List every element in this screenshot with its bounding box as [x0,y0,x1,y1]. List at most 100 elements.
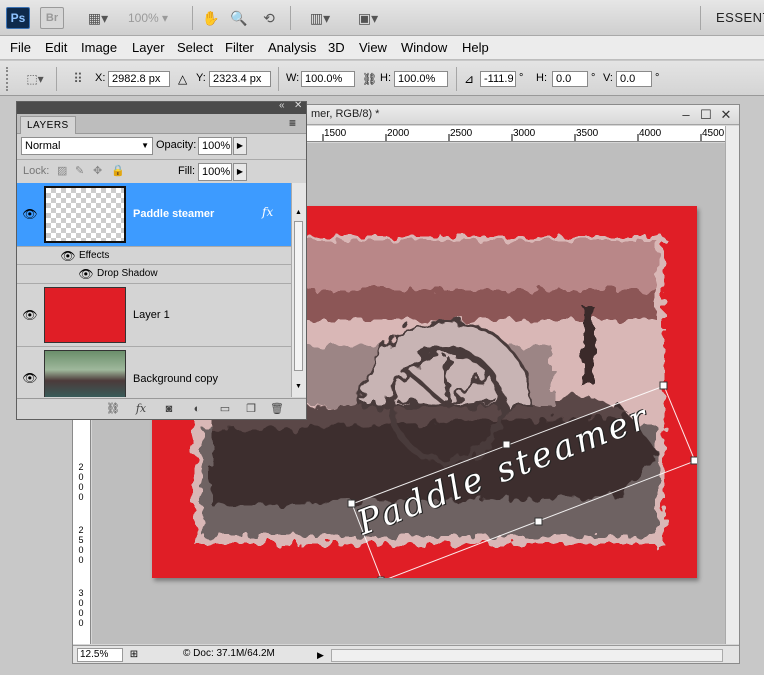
vertical-scrollbar[interactable] [725,126,739,644]
lock-transparency-icon[interactable]: ▨ [57,164,67,177]
visibility-eye-icon[interactable]: 👁 [21,306,39,324]
link-proportions-icon[interactable]: ⛓ [362,72,377,86]
zoom-level-select[interactable]: 100% ▾ [128,8,183,28]
angle-unit: ° [519,72,524,84]
height-input[interactable]: 100.0% [394,71,448,87]
layer-name[interactable]: Paddle steamer [133,208,214,220]
vskew-unit: ° [655,72,660,84]
ruler-label: 3000 [513,128,536,139]
layer-name[interactable]: Background copy [133,373,218,385]
fill-slider-button[interactable]: ▶ [233,163,247,181]
opacity-slider-button[interactable]: ▶ [233,137,247,155]
arrange-documents-icon[interactable]: ▥▾ [302,8,338,28]
status-menu-icon[interactable]: ⊞ [127,648,141,662]
close-panel-icon[interactable]: ✕ [294,100,302,111]
blend-mode-select[interactable]: Normal ▼ [21,137,153,155]
layer-row-paddle-steamer[interactable]: 👁 Paddle steamer fx [17,183,291,247]
menu-window[interactable]: Window [401,40,447,55]
zoom-field[interactable]: 12.5% [77,648,123,662]
tab-layers[interactable]: LAYERS [20,116,76,134]
scroll-down-icon[interactable]: ▼ [295,383,302,390]
visibility-eye-icon[interactable]: 👁 [21,205,39,223]
blend-mode-value: Normal [25,140,61,152]
menu-3d[interactable]: 3D [328,40,345,55]
lock-pixels-icon[interactable]: ✎ [75,164,84,177]
layer-thumbnail [44,350,126,397]
menu-help[interactable]: Help [462,40,489,55]
menu-layer[interactable]: Layer [132,40,165,55]
layer-name[interactable]: Layer 1 [133,309,170,321]
opacity-input[interactable]: 100% [198,137,232,155]
layers-panel: « ✕ LAYERS ≡ Normal ▼ Opacity: 100% ▶ Lo… [16,100,307,420]
menu-image[interactable]: Image [81,40,117,55]
fill-label: Fill: [178,165,196,177]
toolbar-divider [56,67,57,91]
rotate-view-icon[interactable]: ⟲ [258,8,280,28]
link-layers-icon[interactable]: ⛓ [105,402,121,416]
toolbar-divider [456,67,457,91]
scroll-thumb[interactable] [294,221,303,371]
panel-header[interactable]: « ✕ [17,100,306,114]
horizontal-skew-input[interactable]: 0.0 [552,71,588,87]
status-arrow-icon[interactable]: ▶ [317,648,329,662]
fill-input[interactable]: 100% [198,163,232,181]
drop-shadow-eye-icon[interactable]: 👁 [77,265,95,283]
horizontal-scrollbar[interactable] [331,649,723,662]
rotate-angle-input[interactable]: -111.9 [480,71,516,87]
lock-all-icon[interactable]: 🔒 [111,164,125,177]
zoom-tool-icon[interactable]: 🔍 [228,8,250,28]
menu-file[interactable]: File [10,40,31,55]
adjustment-layer-icon[interactable]: ◐ [189,402,205,416]
add-style-icon[interactable]: fx [133,402,149,416]
toolbar-divider [700,6,701,30]
vertical-skew-input[interactable]: 0.0 [616,71,652,87]
lock-label: Lock: [23,165,50,177]
drop-shadow-row[interactable]: 👁 Drop Shadow [17,265,291,284]
panel-menu-icon[interactable]: ≡ [289,116,296,130]
delete-layer-icon[interactable]: 🗑 [269,402,285,416]
tool-preset-icon[interactable]: ⬚▾ [18,69,52,89]
reference-point-icon[interactable]: ⠿ [66,69,90,89]
menu-select[interactable]: Select [177,40,213,55]
close-icon[interactable]: ✕ [717,106,735,124]
effects-eye-icon[interactable]: 👁 [59,247,77,265]
rotate-angle-icon: ⊿ [464,72,475,86]
x-position-input[interactable]: 2982.8 px [108,71,170,87]
new-layer-icon[interactable]: ❐ [243,402,259,416]
view-extras-icon[interactable]: ▦▾ [80,8,116,28]
options-grip[interactable] [6,67,10,91]
menu-filter[interactable]: Filter [225,40,254,55]
visibility-eye-icon[interactable]: 👁 [21,369,39,387]
workspace-switcher[interactable]: ESSENTI [716,10,764,25]
lock-position-icon[interactable]: ✥ [93,164,102,177]
minimize-icon[interactable]: – [677,106,695,124]
menu-edit[interactable]: Edit [45,40,67,55]
add-mask-icon[interactable]: ◙ [161,402,177,416]
new-group-icon[interactable]: ▭ [217,402,233,416]
layer-row-background-copy[interactable]: 👁 Background copy [17,347,291,397]
y-position-input[interactable]: 2323.4 px [209,71,271,87]
divider [17,159,306,160]
bridge-button[interactable]: Br [40,7,64,29]
width-input[interactable]: 100.0% [301,71,355,87]
relative-position-icon[interactable]: △ [178,72,187,86]
scroll-up-icon[interactable]: ▲ [295,209,302,216]
effects-row[interactable]: 👁 Effects [17,247,291,265]
application-bar: Ps Br ▦▾ 100% ▾ ✋ 🔍 ⟲ ▥▾ ▣▾ ESSENTI [0,0,764,36]
maximize-icon[interactable]: ☐ [697,106,715,124]
layers-scrollbar[interactable]: ▲ ▼ [291,183,306,397]
fx-icon[interactable]: fx [262,205,273,219]
menu-bar: File Edit Image Layer Select Filter Anal… [0,36,764,60]
y-label: Y: [196,72,206,84]
panel-footer: ⛓ fx ◙ ◐ ▭ ❐ 🗑 [17,398,306,419]
toolbar-divider [192,6,193,30]
opacity-label: Opacity: [156,139,197,151]
menu-view[interactable]: View [359,40,387,55]
vertical-skew-label: V: [603,72,613,84]
hand-tool-icon[interactable]: ✋ [200,8,222,28]
layer-row-layer-1[interactable]: 👁 Layer 1 [17,284,291,347]
x-label: X: [95,72,106,84]
menu-analysis[interactable]: Analysis [268,40,316,55]
screen-mode-icon[interactable]: ▣▾ [350,8,386,28]
collapse-icon[interactable]: « [279,100,285,111]
